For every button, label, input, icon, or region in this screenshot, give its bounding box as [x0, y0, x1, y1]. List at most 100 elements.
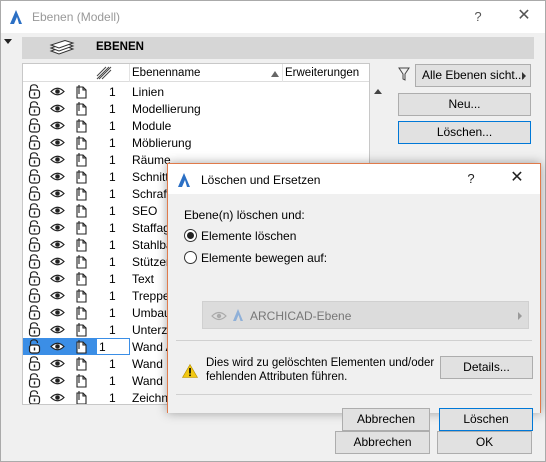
intersection-group-number: 1: [109, 187, 116, 201]
collapse-arrow-icon[interactable]: [4, 39, 12, 44]
eye-icon[interactable]: [50, 373, 65, 388]
details-button[interactable]: Details...: [440, 356, 533, 379]
layer-name: Räume: [132, 153, 171, 167]
cancel-button[interactable]: Abbrechen: [335, 431, 430, 454]
intersection-group-number: 1: [109, 136, 116, 150]
lock-open-icon[interactable]: [27, 203, 42, 218]
layers-section-header[interactable]: EBENEN: [22, 37, 534, 59]
lock-open-icon[interactable]: [27, 288, 42, 303]
eye-icon[interactable]: [50, 305, 65, 320]
radio-button-checked[interactable]: [184, 229, 197, 242]
radio-delete-elements[interactable]: Elemente löschen: [184, 228, 304, 244]
archicad-logo-icon: [233, 309, 243, 321]
wireframe-icon[interactable]: [74, 390, 89, 404]
table-row[interactable]: 1 Modellierung: [23, 100, 369, 117]
lock-open-icon[interactable]: [27, 339, 42, 354]
wireframe-icon[interactable]: [74, 339, 89, 354]
eye-icon[interactable]: [50, 169, 65, 184]
delete-layer-button[interactable]: Löschen...: [398, 121, 531, 144]
close-icon[interactable]: ✕: [508, 169, 526, 187]
lock-open-icon[interactable]: [27, 305, 42, 320]
lock-open-icon[interactable]: [27, 356, 42, 371]
column-header-name[interactable]: Ebenenname: [132, 67, 200, 79]
layers-icon: [49, 40, 75, 55]
wireframe-icon[interactable]: [74, 373, 89, 388]
eye-icon[interactable]: [50, 135, 65, 150]
lock-open-icon[interactable]: [27, 152, 42, 167]
eye-icon[interactable]: [50, 203, 65, 218]
dialog-title: Löschen und Ersetzen: [201, 173, 321, 187]
eye-icon[interactable]: [50, 84, 65, 99]
help-icon[interactable]: ?: [464, 171, 478, 187]
ok-button[interactable]: OK: [437, 431, 532, 454]
wireframe-icon[interactable]: [74, 84, 89, 99]
radio-move-elements[interactable]: Elemente bewegen auf:: [184, 250, 334, 266]
help-icon[interactable]: ?: [471, 9, 485, 25]
lock-open-icon[interactable]: [27, 135, 42, 150]
intersection-group-field[interactable]: 1: [96, 338, 130, 355]
eye-icon[interactable]: [50, 152, 65, 167]
wireframe-icon[interactable]: [74, 305, 89, 320]
eye-icon[interactable]: [50, 390, 65, 404]
wireframe-icon[interactable]: [74, 220, 89, 235]
lock-open-icon[interactable]: [27, 84, 42, 99]
intersection-group-number: 1: [109, 153, 116, 167]
table-row[interactable]: 1 Möblierung: [23, 134, 369, 151]
eye-icon[interactable]: [50, 220, 65, 235]
lock-open-icon[interactable]: [27, 118, 42, 133]
eye-icon[interactable]: [50, 254, 65, 269]
lock-open-icon[interactable]: [27, 186, 42, 201]
lock-open-icon[interactable]: [27, 220, 42, 235]
wireframe-icon[interactable]: [74, 322, 89, 337]
wireframe-icon[interactable]: [74, 169, 89, 184]
eye-icon[interactable]: [50, 118, 65, 133]
layer-filter-dropdown[interactable]: Alle Ebenen sicht...: [415, 64, 531, 87]
layer-name: Umbau: [132, 306, 171, 320]
eye-icon[interactable]: [50, 288, 65, 303]
wireframe-icon[interactable]: [74, 271, 89, 286]
wireframe-icon[interactable]: [74, 152, 89, 167]
wireframe-icon[interactable]: [74, 237, 89, 252]
lock-open-icon[interactable]: [27, 390, 42, 404]
lock-open-icon[interactable]: [27, 169, 42, 184]
sort-ascending-icon[interactable]: [271, 71, 279, 77]
lock-open-icon[interactable]: [27, 322, 42, 337]
new-layer-button[interactable]: Neu...: [398, 93, 531, 116]
eye-icon[interactable]: [50, 237, 65, 252]
lock-open-icon[interactable]: [27, 101, 42, 116]
close-icon[interactable]: ✕: [515, 7, 533, 25]
layer-name: Module: [132, 119, 172, 133]
dialog-content: Ebene(n) löschen und: Elemente löschen E…: [168, 194, 540, 431]
dialog-delete-button[interactable]: Löschen: [439, 408, 533, 431]
wireframe-icon[interactable]: [74, 101, 89, 116]
wireframe-icon[interactable]: [74, 288, 89, 303]
eye-icon[interactable]: [50, 339, 65, 354]
radio-button[interactable]: [184, 251, 197, 264]
wireframe-icon[interactable]: [74, 135, 89, 150]
wireframe-icon[interactable]: [74, 186, 89, 201]
dialog-cancel-button[interactable]: Abbrechen: [342, 408, 430, 431]
archicad-logo-icon: [178, 173, 190, 187]
lock-open-icon[interactable]: [27, 271, 42, 286]
wireframe-icon[interactable]: [74, 254, 89, 269]
eye-icon[interactable]: [50, 186, 65, 201]
eye-icon[interactable]: [50, 271, 65, 286]
layer-name: Treppe: [132, 289, 170, 303]
wireframe-icon[interactable]: [74, 118, 89, 133]
lock-open-icon[interactable]: [27, 237, 42, 252]
table-row[interactable]: 1 Module: [23, 117, 369, 134]
pen-set-icon[interactable]: [96, 66, 112, 80]
eye-icon[interactable]: [50, 322, 65, 337]
scroll-up-arrow-icon[interactable]: [374, 89, 382, 94]
eye-icon[interactable]: [50, 101, 65, 116]
wireframe-icon[interactable]: [74, 203, 89, 218]
column-separator[interactable]: [129, 64, 130, 82]
column-header-extensions[interactable]: Erweiterungen: [285, 67, 359, 79]
column-separator[interactable]: [282, 64, 283, 82]
eye-icon[interactable]: [50, 356, 65, 371]
lock-open-icon[interactable]: [27, 373, 42, 388]
wireframe-icon[interactable]: [74, 356, 89, 371]
layer-name: Schnitt: [132, 170, 169, 184]
table-row[interactable]: 1 Linien: [23, 83, 369, 100]
lock-open-icon[interactable]: [27, 254, 42, 269]
